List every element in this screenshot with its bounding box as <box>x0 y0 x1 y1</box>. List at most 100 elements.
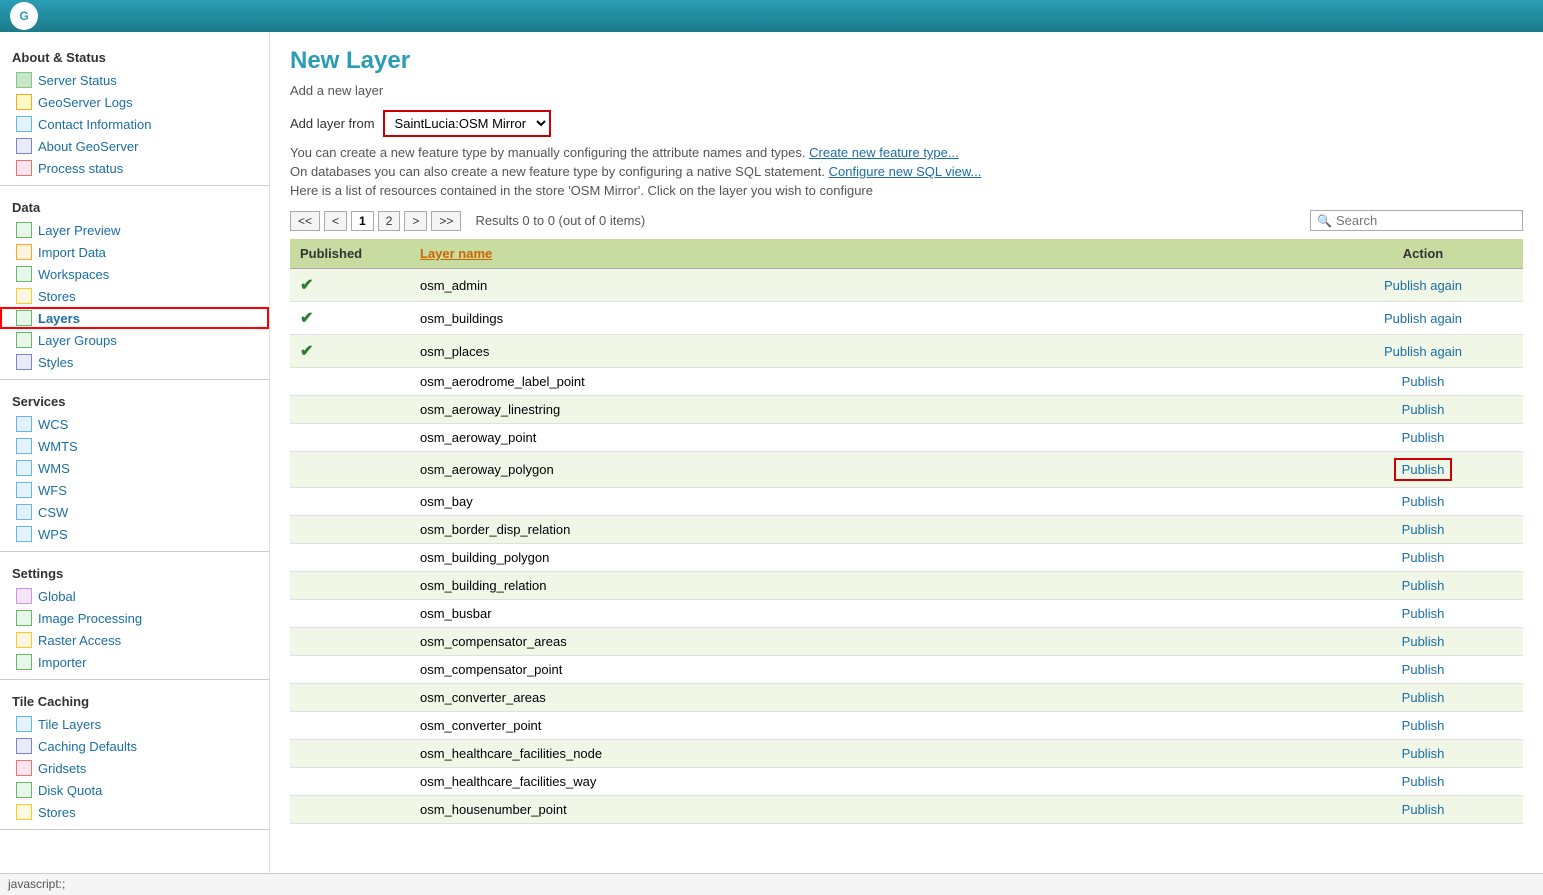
action-cell: Publish <box>1323 452 1523 488</box>
action-cell: Publish again <box>1323 335 1523 368</box>
sidebar-item-label: Stores <box>38 289 76 304</box>
layer-name-cell: osm_aeroway_point <box>410 424 1323 452</box>
sidebar-item-contact-information[interactable]: Contact Information <box>0 113 269 135</box>
pagination-next[interactable]: > <box>404 211 427 231</box>
action-link[interactable]: Publish <box>1402 522 1445 537</box>
sidebar-item-global[interactable]: Global <box>0 585 269 607</box>
sidebar-item-disk-quota[interactable]: Disk Quota <box>0 779 269 801</box>
table-row: osm_converter_point Publish <box>290 712 1523 740</box>
layer-name-cell: osm_busbar <box>410 600 1323 628</box>
configure-sql-view-link[interactable]: Configure new SQL view... <box>829 164 982 179</box>
pagination-page2[interactable]: 2 <box>378 211 401 231</box>
sidebar-item-label: CSW <box>38 505 68 520</box>
sidebar-item-layers[interactable]: Layers <box>0 307 269 329</box>
sidebar-item-wms[interactable]: WMS <box>0 457 269 479</box>
action-link[interactable]: Publish <box>1402 374 1445 389</box>
store-select[interactable]: SaintLucia:OSM Mirror <box>383 110 551 137</box>
subtitle: Add a new layer <box>290 83 1523 98</box>
sidebar-item-label: Importer <box>38 655 86 670</box>
table-row: osm_busbar Publish <box>290 600 1523 628</box>
sidebar-item-server-status[interactable]: Server Status <box>0 69 269 91</box>
pagination-last[interactable]: >> <box>431 211 461 231</box>
sidebar-item-stores[interactable]: Stores <box>0 801 269 823</box>
create-feature-type-link[interactable]: Create new feature type... <box>809 145 959 160</box>
layer-name-cell: osm_building_relation <box>410 572 1323 600</box>
sidebar-item-gridsets[interactable]: Gridsets <box>0 757 269 779</box>
top-bar: G <box>0 0 1543 32</box>
status-bar: javascript:; <box>0 873 1543 895</box>
layer-name-cell: osm_places <box>410 335 1323 368</box>
search-input[interactable] <box>1336 213 1516 228</box>
workspace-icon <box>16 266 32 282</box>
sidebar-item-workspaces[interactable]: Workspaces <box>0 263 269 285</box>
table-row: ✔osm_placesPublish again <box>290 335 1523 368</box>
action-link[interactable]: Publish <box>1402 402 1445 417</box>
sidebar-item-wps[interactable]: WPS <box>0 523 269 545</box>
add-layer-row: Add layer from SaintLucia:OSM Mirror <box>290 110 1523 137</box>
pagination-page1[interactable]: 1 <box>351 211 374 231</box>
sidebar-item-caching-defaults[interactable]: Caching Defaults <box>0 735 269 757</box>
sidebar-item-about-geoserver[interactable]: About GeoServer <box>0 135 269 157</box>
layer-name-cell: osm_housenumber_point <box>410 796 1323 824</box>
action-link[interactable]: Publish again <box>1384 278 1462 293</box>
add-layer-label: Add layer from <box>290 116 375 131</box>
published-cell <box>290 396 410 424</box>
sidebar-item-geoserver-logs[interactable]: GeoServer Logs <box>0 91 269 113</box>
action-link[interactable]: Publish <box>1402 578 1445 593</box>
sidebar-item-label: WFS <box>38 483 67 498</box>
layer-name-cell: osm_converter_point <box>410 712 1323 740</box>
action-link[interactable]: Publish <box>1402 662 1445 677</box>
published-cell <box>290 684 410 712</box>
action-link[interactable]: Publish <box>1394 458 1453 481</box>
action-cell: Publish <box>1323 396 1523 424</box>
sidebar-item-import-data[interactable]: Import Data <box>0 241 269 263</box>
action-link[interactable]: Publish <box>1402 606 1445 621</box>
action-link[interactable]: Publish again <box>1384 344 1462 359</box>
sidebar-item-label: Process status <box>38 161 123 176</box>
sidebar-item-process-status[interactable]: Process status <box>0 157 269 179</box>
wcs-icon <box>16 504 32 520</box>
pagination-prev[interactable]: < <box>324 211 347 231</box>
search-box[interactable]: 🔍 <box>1310 210 1523 231</box>
sidebar-item-stores[interactable]: Stores <box>0 285 269 307</box>
table-row: osm_healthcare_facilities_wayPublish <box>290 768 1523 796</box>
logo: G <box>10 2 38 30</box>
published-cell <box>290 740 410 768</box>
action-link[interactable]: Publish <box>1402 494 1445 509</box>
action-link[interactable]: Publish <box>1402 746 1445 761</box>
pagination-first[interactable]: << <box>290 211 320 231</box>
table-row: osm_compensator_areasPublish <box>290 628 1523 656</box>
table-row: ✔osm_adminPublish again <box>290 269 1523 302</box>
sidebar-item-raster-access[interactable]: Raster Access <box>0 629 269 651</box>
layer-name-cell: osm_aerodrome_label_point <box>410 368 1323 396</box>
action-link[interactable]: Publish <box>1402 430 1445 445</box>
sidebar-section-title: Settings <box>0 558 269 585</box>
table-row: ✔osm_buildingsPublish again <box>290 302 1523 335</box>
layer-name-sort-link[interactable]: Layer name <box>420 246 492 261</box>
sidebar-item-importer[interactable]: Importer <box>0 651 269 673</box>
search-icon: 🔍 <box>1317 214 1332 228</box>
published-cell <box>290 572 410 600</box>
action-link[interactable]: Publish <box>1402 550 1445 565</box>
action-link[interactable]: Publish again <box>1384 311 1462 326</box>
sidebar-item-tile-layers[interactable]: Tile Layers <box>0 713 269 735</box>
action-link[interactable]: Publish <box>1402 690 1445 705</box>
sidebar-section-title: Services <box>0 386 269 413</box>
action-link[interactable]: Publish <box>1402 774 1445 789</box>
action-cell: Publish <box>1323 768 1523 796</box>
sidebar-item-styles[interactable]: Styles <box>0 351 269 373</box>
sidebar-item-wmts[interactable]: WMTS <box>0 435 269 457</box>
sidebar-item-wcs[interactable]: WCS <box>0 413 269 435</box>
sidebar-item-wfs[interactable]: WFS <box>0 479 269 501</box>
sidebar-item-image-processing[interactable]: Image Processing <box>0 607 269 629</box>
action-link[interactable]: Publish <box>1402 718 1445 733</box>
sidebar-item-layer-preview[interactable]: Layer Preview <box>0 219 269 241</box>
sidebar-item-csw[interactable]: CSW <box>0 501 269 523</box>
sidebar-item-label: WCS <box>38 417 68 432</box>
published-cell <box>290 368 410 396</box>
sidebar-item-layer-groups[interactable]: Layer Groups <box>0 329 269 351</box>
layer-name-cell: osm_aeroway_polygon <box>410 452 1323 488</box>
sidebar-item-label: Contact Information <box>38 117 151 132</box>
action-link[interactable]: Publish <box>1402 802 1445 817</box>
action-link[interactable]: Publish <box>1402 634 1445 649</box>
